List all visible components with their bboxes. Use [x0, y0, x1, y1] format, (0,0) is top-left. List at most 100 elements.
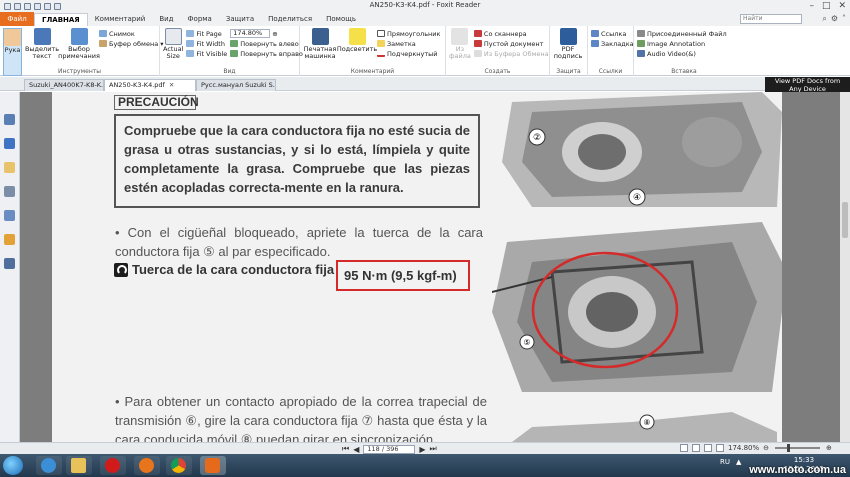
- tab-comment[interactable]: Комментарий: [88, 13, 153, 26]
- ad-banner[interactable]: View PDF Docs from Any Device: [765, 77, 850, 93]
- fit-page-button[interactable]: Fit Page: [186, 29, 227, 38]
- zoom-out-icon[interactable]: ⊖: [763, 444, 769, 452]
- search-icon[interactable]: ⌕: [822, 14, 826, 24]
- fit-page-icon: [186, 30, 195, 37]
- tab-form[interactable]: Форма: [181, 13, 219, 26]
- start-button[interactable]: [3, 456, 23, 475]
- from-clipboard-button[interactable]: Из Буфера Обмена: [473, 49, 549, 58]
- language-indicator[interactable]: RU: [720, 458, 730, 466]
- group-label: Вид: [223, 68, 236, 75]
- link-icon: [591, 30, 599, 37]
- attachments-icon[interactable]: [4, 210, 15, 221]
- maximize-icon[interactable]: □: [822, 0, 831, 12]
- taskbar-opera[interactable]: [100, 456, 126, 475]
- zoom-in-icon[interactable]: ⊕: [826, 444, 832, 452]
- doc-tab-active[interactable]: AN250-K3-K4.pdf ✕: [104, 79, 196, 91]
- instruction-paragraph: • Para obtener un contacto apropiado de …: [115, 394, 487, 442]
- engine-photo-middle: ⑤: [492, 222, 782, 392]
- zoom-in-icon[interactable]: ⊕: [272, 30, 277, 38]
- tab-help[interactable]: Помощь: [319, 13, 363, 26]
- signature-icon[interactable]: [4, 258, 15, 269]
- tray-chevron-icon[interactable]: ▲: [736, 458, 741, 466]
- tab-home[interactable]: ГЛАВНАЯ: [34, 13, 88, 26]
- taskbar-explorer[interactable]: [66, 456, 92, 475]
- first-page-icon[interactable]: ⏮: [342, 444, 349, 454]
- underline-button[interactable]: Подчеркнутый: [377, 49, 440, 58]
- facing-icon[interactable]: [704, 444, 712, 452]
- audio-video-button[interactable]: Audio Video(&): [637, 49, 727, 58]
- fit-width-button[interactable]: Fit Width: [186, 39, 227, 48]
- film-icon: [637, 50, 645, 57]
- precaution-box: Compruebe que la cara conductora fija no…: [114, 114, 480, 208]
- taskbar-firefox[interactable]: [134, 456, 160, 475]
- rotate-left-button[interactable]: Повернуть влево: [230, 39, 303, 48]
- ribbon-group-links: Ссылка Закладка Ссылки: [588, 26, 634, 76]
- zoom-select[interactable]: 174.80%: [230, 29, 271, 38]
- chevron-up-icon[interactable]: ˄: [842, 14, 846, 24]
- doc-tab[interactable]: Русс.мануал Suzuki S...: [196, 79, 276, 91]
- pdf-page: PRECAUCIÓN Compruebe que la cara conduct…: [52, 92, 782, 442]
- blank-page-icon: [473, 40, 482, 47]
- taskbar-chrome[interactable]: [166, 456, 192, 475]
- tab-view[interactable]: Вид: [152, 13, 180, 26]
- bookmark-button[interactable]: Закладка: [591, 39, 634, 48]
- security-icon[interactable]: [4, 234, 15, 245]
- tab-share[interactable]: Поделиться: [261, 13, 319, 26]
- tab-protect[interactable]: Защита: [219, 13, 261, 26]
- single-page-icon[interactable]: [680, 444, 688, 452]
- link-button[interactable]: Ссылка: [591, 29, 634, 38]
- rectangle-button[interactable]: Прямоугольник: [377, 29, 440, 38]
- gear-icon[interactable]: ⚙: [831, 14, 838, 24]
- watermark: www.moto.com.ua: [749, 464, 846, 476]
- zoom-slider[interactable]: [775, 444, 821, 452]
- layers-icon[interactable]: [4, 186, 15, 197]
- blank-document-button[interactable]: Пустой документ: [473, 39, 549, 48]
- from-scanner-button[interactable]: Со сканнера: [473, 29, 549, 38]
- page-number-input[interactable]: 118 / 396: [363, 444, 416, 454]
- highlighter-icon: [348, 28, 366, 45]
- prev-page-icon[interactable]: ◀: [353, 445, 359, 454]
- zoom-slider-handle[interactable]: [787, 444, 791, 452]
- pages-icon[interactable]: [4, 138, 15, 149]
- note-button[interactable]: Заметка: [377, 39, 440, 48]
- engine-photo-top: ② ④: [492, 92, 782, 207]
- callout-label: ②: [533, 133, 541, 143]
- clipboard-button[interactable]: Буфер обмена ▾: [99, 39, 164, 48]
- taskbar-foxit[interactable]: [200, 456, 226, 475]
- note-icon: [377, 40, 385, 47]
- zoom-level[interactable]: 174.80%: [728, 444, 759, 452]
- group-label: Комментарий: [350, 68, 395, 75]
- file-menu-button[interactable]: Файл: [0, 12, 34, 26]
- hand-icon: [4, 29, 21, 46]
- search-input[interactable]: Найти: [740, 14, 802, 24]
- scrollbar-thumb[interactable]: [842, 202, 848, 238]
- minimize-icon[interactable]: –: [809, 0, 814, 12]
- firefox-icon: [139, 458, 154, 473]
- clipboard-icon: [473, 50, 482, 57]
- comments-icon[interactable]: [4, 162, 15, 173]
- image-annotation-button[interactable]: Image Annotation: [637, 39, 727, 48]
- attach-file-button[interactable]: Присоединенный Файл: [637, 29, 727, 38]
- continuous-icon[interactable]: [692, 444, 700, 452]
- windows-taskbar: RU ▲ 15:33 15.01.2015: [0, 454, 850, 477]
- typewriter-icon: [311, 28, 329, 45]
- vertical-scrollbar[interactable]: [840, 92, 850, 442]
- taskbar-ie[interactable]: [36, 456, 62, 475]
- page-icon: [164, 28, 182, 45]
- snapshot-button[interactable]: Снимок: [99, 29, 164, 38]
- fit-visible-button[interactable]: Fit Visible: [186, 49, 227, 58]
- ribbon-group-tools: Рука Выделить текст Выбор примечания Сни…: [0, 26, 164, 76]
- fullscreen-icon[interactable]: [716, 444, 724, 452]
- group-label: Создать: [484, 68, 511, 75]
- close-icon[interactable]: ✕: [838, 0, 846, 12]
- rotate-right-button[interactable]: Повернуть вправо: [230, 49, 303, 58]
- doc-tab[interactable]: Suzuki_AN400K7-K8-K...: [24, 79, 104, 91]
- last-page-icon[interactable]: ⏭: [430, 444, 437, 454]
- ribbon-group-insert: Присоединенный Файл Image Annotation Aud…: [634, 26, 734, 76]
- hand-icon[interactable]: [4, 114, 15, 125]
- next-page-icon[interactable]: ▶: [419, 445, 425, 454]
- status-bar: ⏮ ◀ 118 / 396 ▶ ⏭ 174.80% ⊖ ⊕: [0, 442, 850, 454]
- title-bar: AN250-K3-K4.pdf - Foxit Reader – □ ✕: [0, 0, 850, 12]
- opera-icon: [105, 458, 120, 473]
- close-icon[interactable]: ✕: [169, 81, 174, 89]
